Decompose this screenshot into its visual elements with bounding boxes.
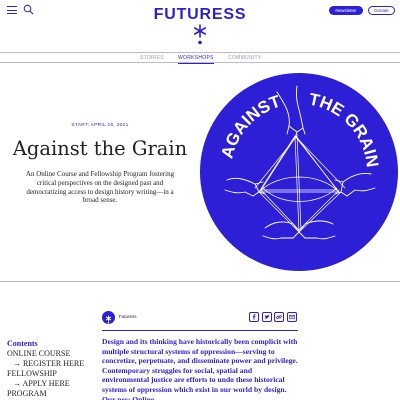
donate-button[interactable]: Donate bbox=[368, 6, 395, 15]
article-intro: Design and its thinking have historicall… bbox=[102, 337, 298, 400]
nav-item-workshops[interactable]: WORKSHOPS bbox=[178, 55, 214, 64]
article-rule bbox=[102, 330, 298, 331]
top-bar: FUTURESS Newsletter Donate bbox=[0, 0, 400, 48]
toc-item-register-here[interactable]: → REGISTER HERE bbox=[13, 359, 84, 368]
asterisk-avatar-icon bbox=[105, 315, 112, 324]
futuress-avatar[interactable] bbox=[102, 311, 115, 324]
page-title: Against the Grain bbox=[12, 137, 188, 160]
asterisk-logo-icon bbox=[193, 24, 206, 45]
facebook-share-icon[interactable] bbox=[249, 312, 259, 322]
nav-item-stories[interactable]: STORIES bbox=[140, 55, 164, 61]
link-share-icon[interactable] bbox=[274, 312, 284, 322]
toc-item-online-course[interactable]: ONLINE COURSE bbox=[7, 349, 70, 358]
artwork-circle bbox=[200, 73, 398, 271]
newsletter-button[interactable]: Newsletter bbox=[329, 6, 363, 15]
twitter-share-icon[interactable] bbox=[262, 312, 272, 322]
section-divider bbox=[0, 281, 400, 282]
byline-org-name[interactable]: Futuress bbox=[119, 314, 137, 319]
nav-item-community[interactable]: COMMUNITY bbox=[228, 55, 262, 61]
toc-item-fellowship[interactable]: FELLOWSHIP bbox=[7, 369, 57, 378]
page-description: An Online Course and Fellowship Program … bbox=[25, 170, 175, 205]
toc-title: Contents bbox=[7, 339, 38, 348]
toc-item-program[interactable]: PROGRAM bbox=[7, 389, 47, 398]
toc-item-apply-here[interactable]: → APPLY HERE bbox=[13, 379, 70, 388]
section-nav: STORIES WORKSHOPS COMMUNITY bbox=[0, 52, 400, 64]
email-share-icon[interactable] bbox=[287, 312, 297, 322]
start-date: START: APRIL 16, 2021 bbox=[71, 123, 129, 128]
against-the-grain-artwork: AGAINST THE GRAIN bbox=[200, 73, 398, 271]
